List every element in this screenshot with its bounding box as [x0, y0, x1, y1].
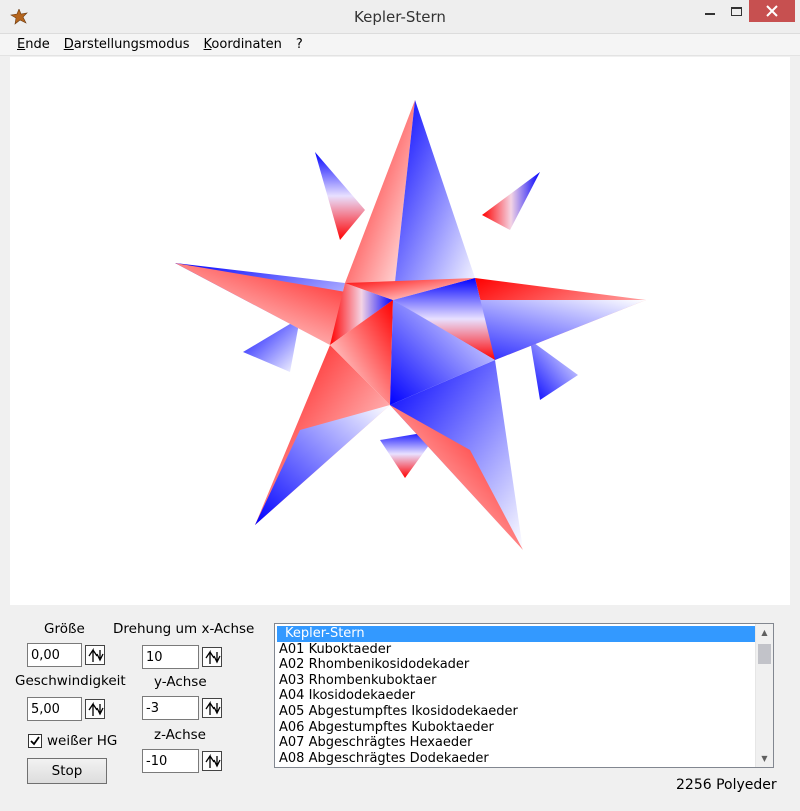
list-item[interactable]: A08 Abgeschrägtes Dodekaeder: [277, 751, 755, 767]
scroll-thumb[interactable]: [758, 644, 771, 664]
list-item[interactable]: A06 Abgestumpftes Kuboktaeder: [277, 720, 755, 736]
kepler-star-render: [175, 100, 646, 550]
render-canvas[interactable]: [10, 57, 790, 605]
close-button[interactable]: [749, 0, 795, 22]
speed-input[interactable]: [27, 697, 82, 721]
size-label: Größe: [44, 621, 85, 637]
menu-bar: Ende Darstellungsmodus Koordinaten ?: [0, 34, 800, 56]
size-input[interactable]: [27, 643, 82, 667]
list-item[interactable]: A04 Ikosidodekaeder: [277, 688, 755, 704]
list-item-selected[interactable]: Kepler-Stern: [277, 626, 755, 642]
menu-ende[interactable]: Ende: [0, 37, 57, 52]
white-bg-option[interactable]: weißer HG: [28, 733, 117, 749]
list-scrollbar[interactable]: ▲ ▼: [755, 624, 773, 767]
checkmark-icon: [30, 736, 40, 746]
rotation-z-label: z-Achse: [154, 727, 206, 743]
spin-arrows-icon: [88, 701, 104, 716]
title-bar[interactable]: Kepler-Stern: [0, 0, 800, 34]
rotation-z-stepper[interactable]: [142, 749, 224, 773]
minimize-icon: [705, 13, 715, 15]
list-item[interactable]: A02 Rhombenikosidodekader: [277, 657, 755, 673]
rotation-x-input[interactable]: [142, 645, 199, 669]
menu-help[interactable]: ?: [289, 37, 310, 52]
minimize-button[interactable]: [697, 0, 723, 22]
scroll-down-button[interactable]: ▼: [756, 750, 773, 767]
spin-arrows-icon: [205, 753, 221, 768]
speed-spin-button[interactable]: [85, 699, 105, 719]
menu-koordinaten[interactable]: Koordinaten: [197, 37, 289, 52]
scroll-up-button[interactable]: ▲: [756, 624, 773, 641]
speed-label: Geschwindigkeit: [15, 673, 126, 689]
rotation-y-spin-button[interactable]: [202, 698, 222, 718]
maximize-button[interactable]: [723, 0, 749, 22]
rotation-x-spin-button[interactable]: [202, 647, 222, 667]
polyhedron-count: 2256 Polyeder: [676, 777, 777, 793]
list-item[interactable]: A01 Kuboktaeder: [277, 642, 755, 658]
stop-button[interactable]: Stop: [27, 758, 107, 784]
size-stepper[interactable]: [27, 643, 107, 667]
list-item[interactable]: A05 Abgestumpftes Ikosidodekaeder: [277, 704, 755, 720]
spin-arrows-icon: [205, 700, 221, 715]
close-icon: [766, 5, 778, 17]
rotation-x-stepper[interactable]: [142, 645, 224, 669]
white-bg-checkbox[interactable]: [28, 734, 42, 748]
window-title: Kepler-Stern: [354, 8, 446, 26]
spin-arrows-icon: [88, 647, 104, 662]
menu-darstellungsmodus[interactable]: Darstellungsmodus: [57, 37, 197, 52]
polyhedron-list[interactable]: Kepler-Stern A01 Kuboktaeder A02 Rhomben…: [274, 623, 774, 768]
spin-arrows-icon: [205, 649, 221, 664]
white-bg-label: weißer HG: [47, 733, 118, 749]
rotation-y-stepper[interactable]: [142, 696, 224, 720]
rotation-z-input[interactable]: [142, 749, 199, 773]
list-item[interactable]: A07 Abgeschrägtes Hexaeder: [277, 735, 755, 751]
size-spin-button[interactable]: [85, 645, 105, 665]
rotation-x-label: Drehung um x-Achse: [113, 621, 255, 637]
rotation-y-label: y-Achse: [154, 674, 207, 690]
triangle-up-icon: ▲: [761, 628, 768, 637]
triangle-down-icon: ▼: [761, 754, 768, 763]
rotation-y-input[interactable]: [142, 696, 199, 720]
maximize-icon: [730, 6, 742, 16]
list-item[interactable]: A03 Rhombenkuboktaer: [277, 673, 755, 689]
rotation-z-spin-button[interactable]: [202, 751, 222, 771]
speed-stepper[interactable]: [27, 697, 107, 721]
